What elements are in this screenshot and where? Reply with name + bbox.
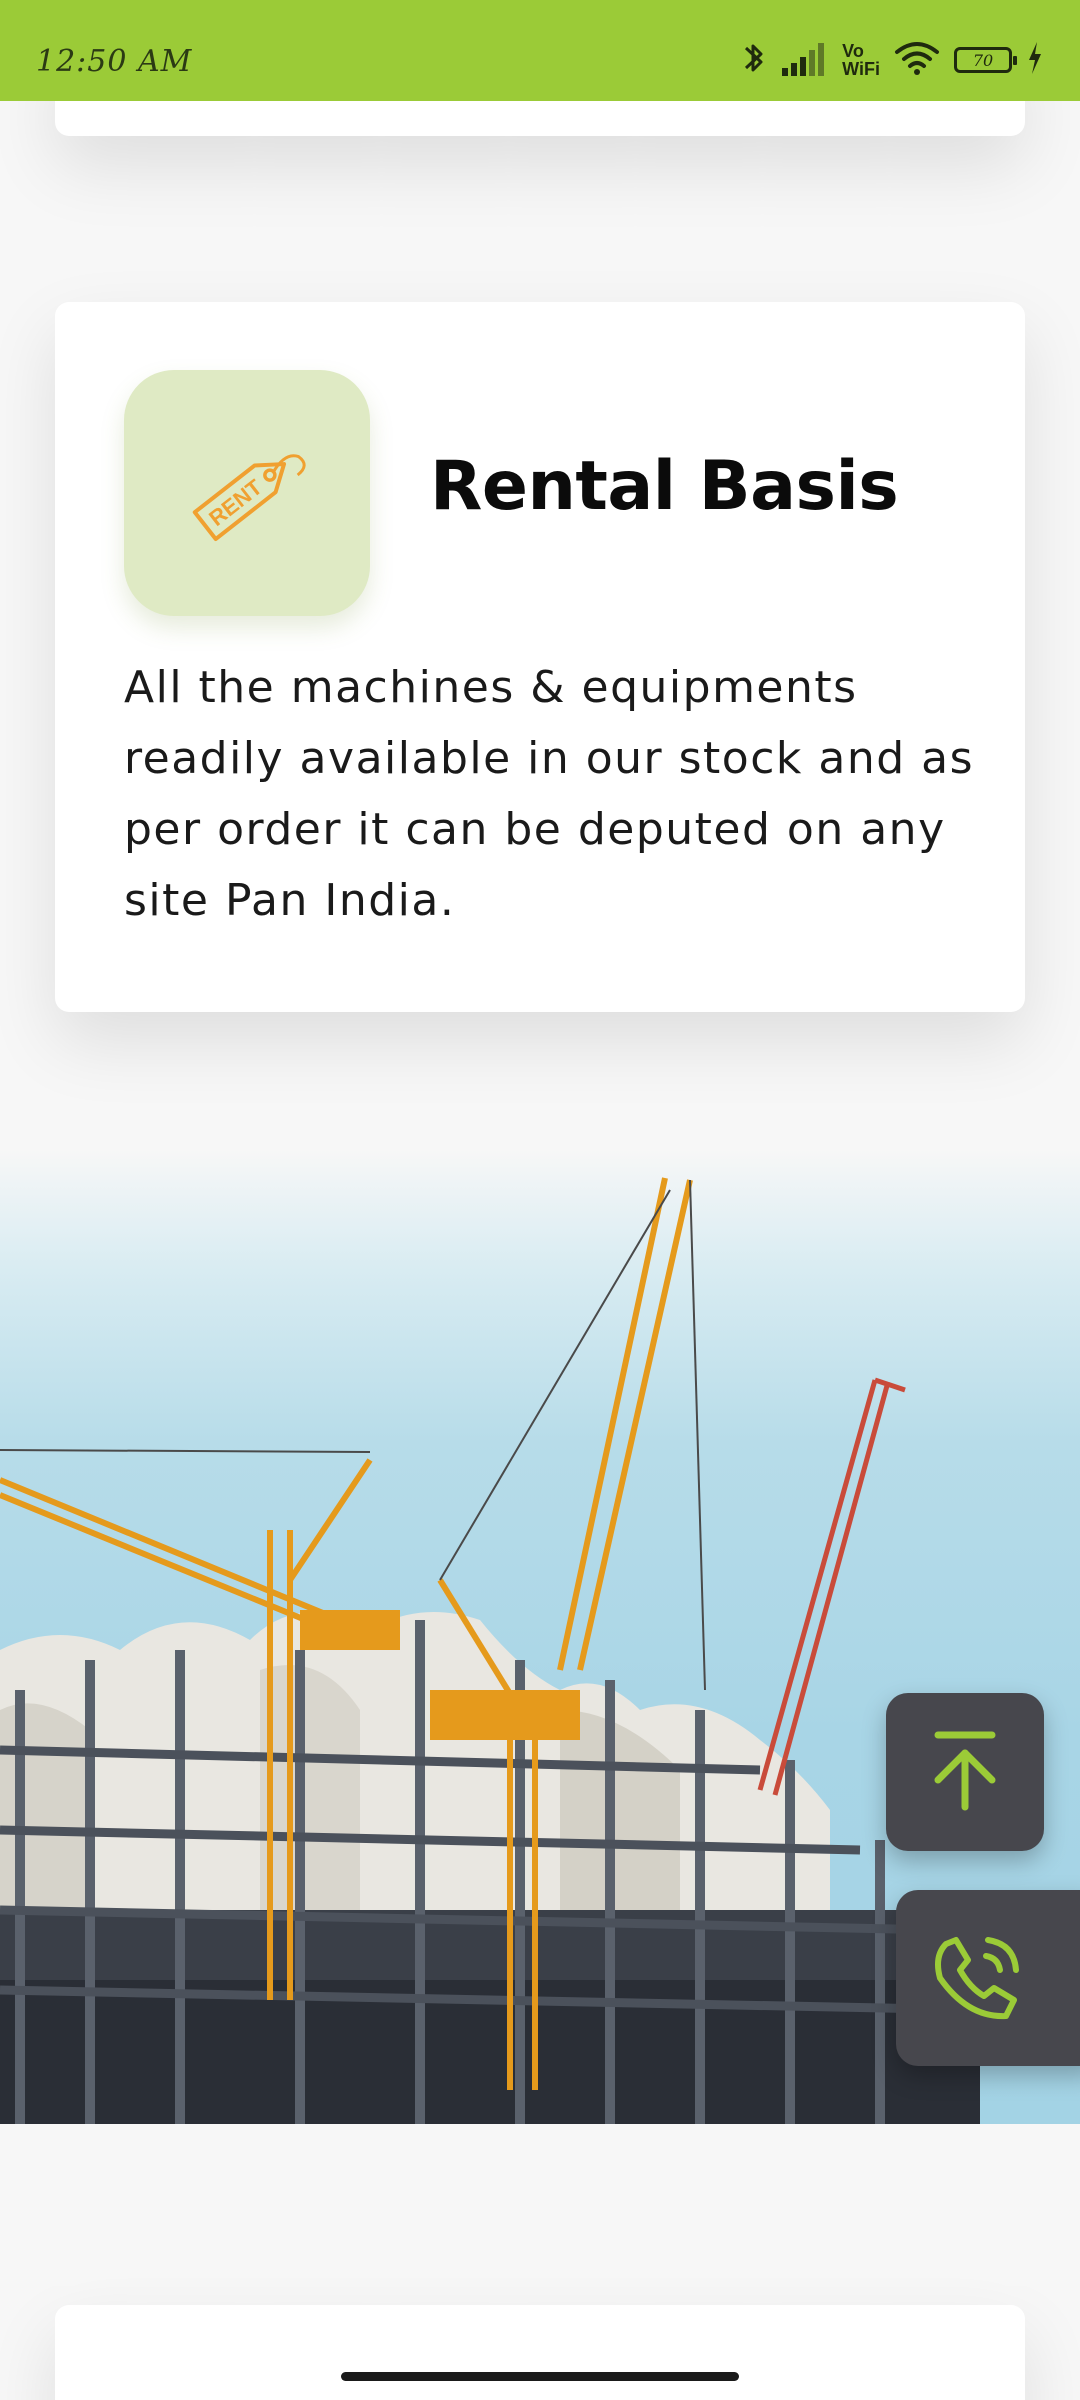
card-description: All the machines & equipments readily av…	[124, 662, 975, 926]
card-title: Rental Basis	[430, 447, 899, 526]
scroll-to-top-button[interactable]	[886, 1693, 1044, 1851]
signal-icon	[780, 38, 828, 82]
arrow-up-to-top-icon	[920, 1725, 1010, 1819]
phone-call-icon	[928, 1926, 1028, 2030]
status-icons: Vo WiFi 70	[742, 40, 1044, 80]
home-indicator[interactable]	[341, 2372, 739, 2381]
app-screen: 12:50 AM Vo WiFi 70 RENT Rental Basis Al…	[0, 0, 1080, 2400]
vowifi-indicator: Vo WiFi	[842, 42, 880, 78]
call-button[interactable]	[896, 1890, 1080, 2066]
status-bar: 12:50 AM Vo WiFi 70	[0, 0, 1080, 101]
battery-icon: 70	[954, 47, 1017, 73]
battery-level: 70	[972, 50, 994, 70]
next-card	[55, 2305, 1025, 2400]
charging-icon	[1026, 40, 1044, 80]
vowifi-top: Vo	[842, 41, 864, 61]
status-time: 12:50 AM	[36, 44, 193, 79]
vowifi-bottom: WiFi	[842, 59, 880, 79]
rent-tag-icon: RENT	[124, 370, 370, 616]
wifi-icon	[894, 38, 940, 82]
rental-basis-card: RENT Rental Basis All the machines & equ…	[55, 302, 1025, 1012]
bluetooth-icon	[742, 38, 766, 82]
